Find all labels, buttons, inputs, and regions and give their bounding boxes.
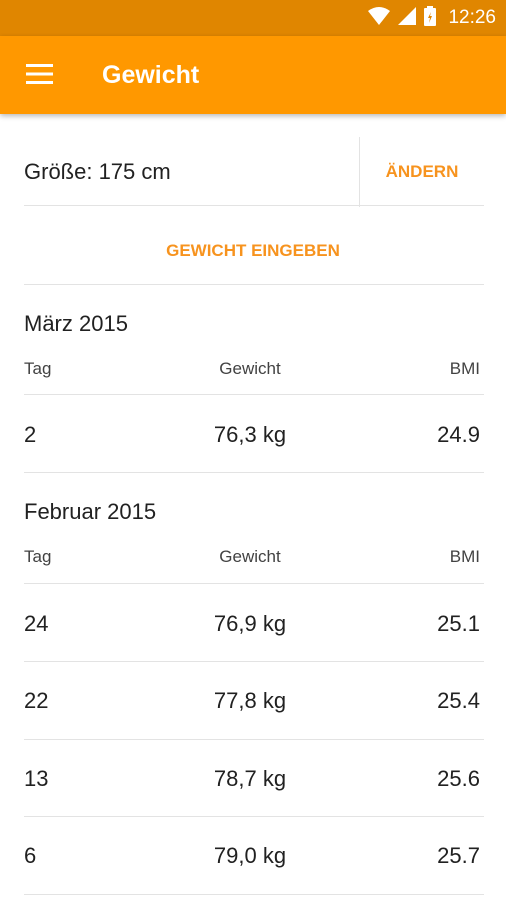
- column-header-day: Tag: [24, 359, 52, 378]
- month-title: Februar 2015: [24, 499, 157, 524]
- entry-bmi: 24.9: [437, 422, 480, 447]
- weight-entry-row[interactable]: 24 76,9 kg 25.1: [0, 585, 506, 662]
- change-height-button[interactable]: ÄNDERN: [360, 137, 484, 207]
- column-header-day: Tag: [24, 547, 52, 566]
- month-title: März 2015: [24, 311, 128, 336]
- entry-bmi: 25.1: [437, 611, 480, 636]
- divider: [24, 205, 484, 206]
- column-header-bmi: BMI: [449, 359, 480, 378]
- entry-bmi: 25.6: [437, 766, 480, 791]
- page-title: Gewicht: [102, 61, 200, 89]
- entry-weight: 76,3 kg: [213, 422, 287, 447]
- entry-weight: 76,9 kg: [213, 611, 287, 636]
- entry-day: 24: [24, 611, 49, 636]
- wifi-icon: [368, 6, 391, 30]
- entry-day: 22: [24, 688, 49, 713]
- entry-day: 2: [24, 422, 37, 447]
- status-bar: 12:26: [0, 0, 506, 36]
- signal-icon: [398, 6, 417, 30]
- column-header-weight: Gewicht: [219, 547, 281, 566]
- weight-entry-row[interactable]: 13 78,7 kg 25.6: [0, 740, 506, 817]
- weight-entry-row[interactable]: 22 77,8 kg 25.4: [0, 662, 506, 739]
- entry-weight: 79,0 kg: [213, 843, 287, 868]
- entry-weight: 77,8 kg: [213, 688, 287, 713]
- height-row: Größe: 175 cm ÄNDERN: [0, 137, 506, 207]
- menu-icon[interactable]: [26, 63, 53, 85]
- divider: [24, 284, 484, 285]
- weight-entry-row[interactable]: 2 76,3 kg 24.9: [0, 396, 506, 473]
- enter-weight-button[interactable]: GEWICHT EINGEBEN: [0, 207, 506, 284]
- entry-day: 6: [24, 843, 37, 868]
- divider: [24, 394, 484, 395]
- entry-weight: 78,7 kg: [213, 766, 287, 791]
- app-bar: Gewicht: [0, 36, 506, 114]
- column-header-weight: Gewicht: [219, 359, 281, 378]
- status-icons: 12:26: [368, 0, 496, 36]
- weight-entry-row[interactable]: 6 79,0 kg 25.7: [0, 817, 506, 894]
- divider: [24, 472, 484, 473]
- entry-bmi: 25.4: [437, 688, 480, 713]
- divider: [24, 583, 484, 584]
- column-header-bmi: BMI: [449, 547, 480, 566]
- divider: [24, 894, 484, 895]
- battery-icon: [424, 5, 437, 31]
- status-time: 12:26: [448, 7, 496, 28]
- entry-bmi: 25.7: [437, 843, 480, 868]
- height-label: Größe: 175 cm: [24, 159, 171, 184]
- entry-day: 13: [24, 766, 49, 791]
